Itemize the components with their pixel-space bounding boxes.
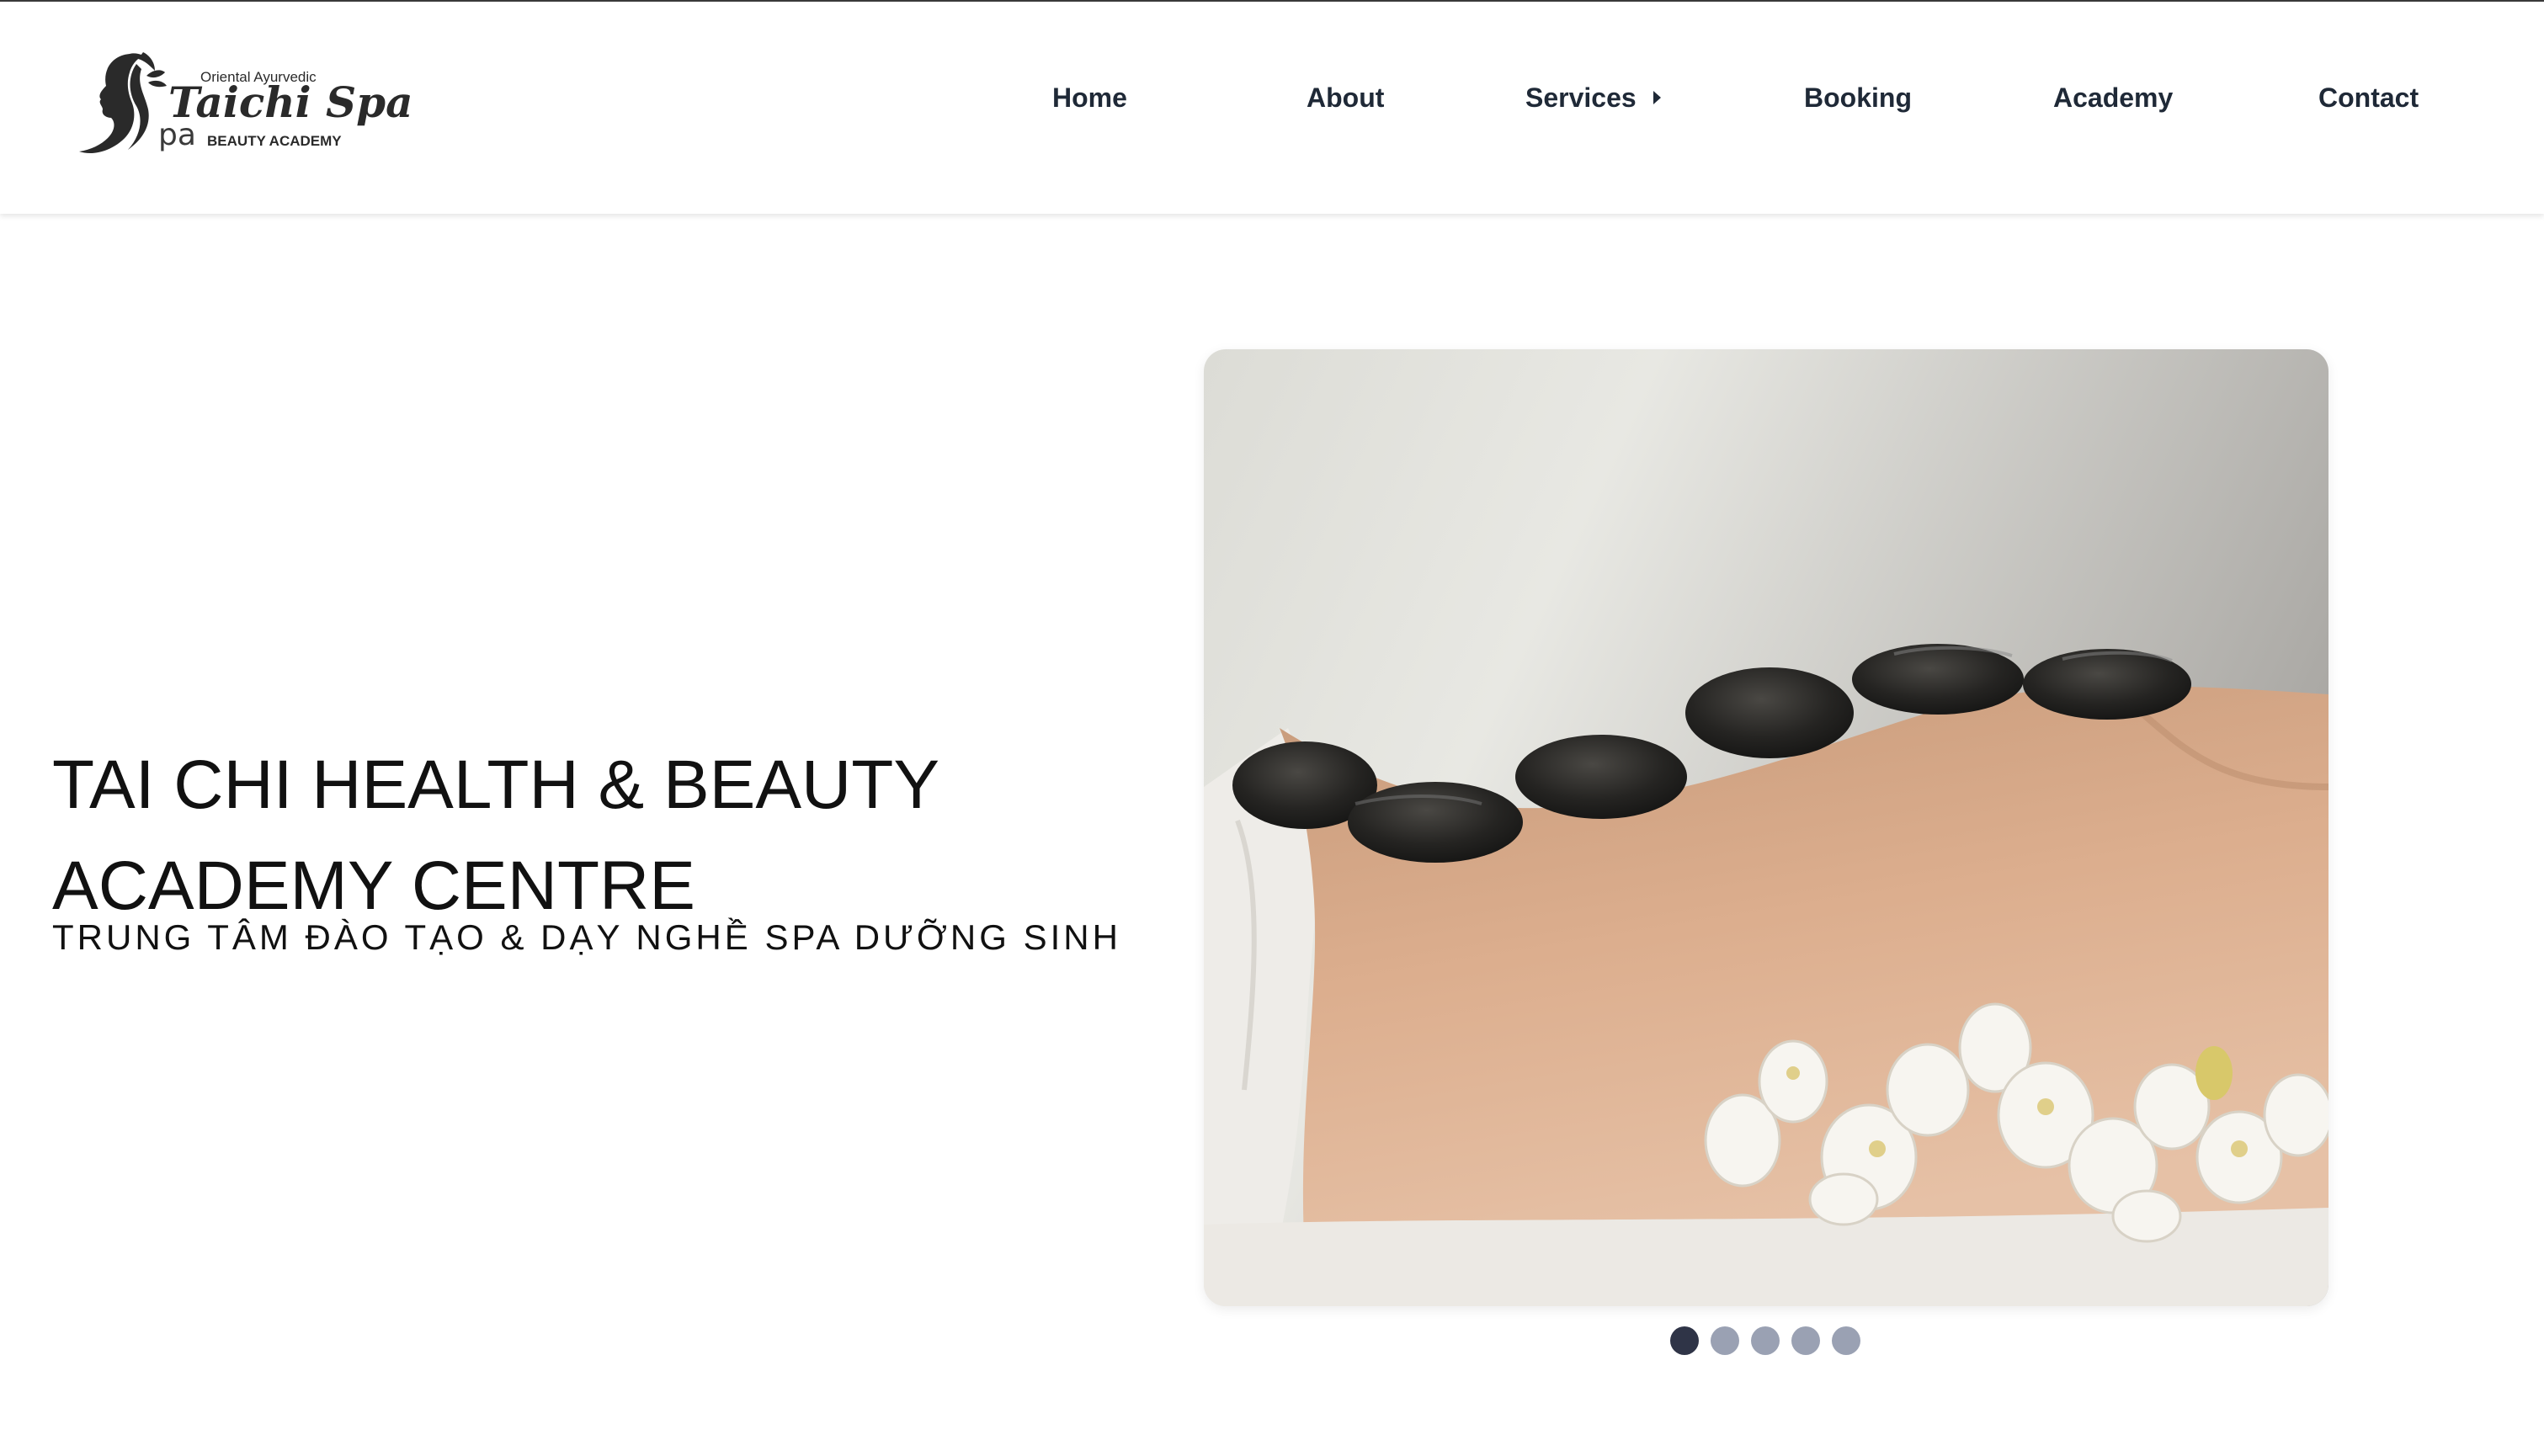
nav-home[interactable]: Home xyxy=(1052,82,1127,114)
site-header: Oriental Ayurvedic Taichi Spa pa BEAUTY … xyxy=(0,2,2544,214)
page: Oriental Ayurvedic Taichi Spa pa BEAUTY … xyxy=(0,0,2544,1456)
carousel-dot-4[interactable] xyxy=(1791,1326,1820,1355)
carousel-dots xyxy=(1670,1326,1860,1355)
hero-carousel-image[interactable] xyxy=(1204,349,2328,1306)
nav-booking[interactable]: Booking xyxy=(1804,82,1912,114)
carousel-dot-2[interactable] xyxy=(1711,1326,1739,1355)
nav-academy[interactable]: Academy xyxy=(2053,82,2173,114)
hero-title-line-2: ACADEMY CENTRE xyxy=(52,847,695,924)
nav-about[interactable]: About xyxy=(1307,82,1384,114)
hero-subtitle: TRUNG TÂM ĐÀO TẠO & DẠY NGHỀ SPA DƯỠNG S… xyxy=(52,917,1121,957)
nav-contact[interactable]: Contact xyxy=(2318,82,2419,114)
nav-services-label: Services xyxy=(1525,82,1637,113)
carousel-dot-5[interactable] xyxy=(1832,1326,1860,1355)
main-nav: Home About Services Booking Academy Cont… xyxy=(0,82,2544,120)
hero-title: TAI CHI HEALTH & BEAUTY ACADEMY CENTRE xyxy=(52,735,1113,937)
carousel-dot-3[interactable] xyxy=(1751,1326,1780,1355)
hot-stone-massage-image xyxy=(1204,349,2328,1306)
carousel-dot-1[interactable] xyxy=(1670,1326,1699,1355)
nav-services[interactable]: Services xyxy=(1525,82,1661,114)
caret-right-icon xyxy=(1653,90,1661,104)
logo-pa-mark: pa xyxy=(158,118,196,152)
hero-title-line-1: TAI CHI HEALTH & BEAUTY xyxy=(52,746,940,823)
logo-subtitle: BEAUTY ACADEMY xyxy=(207,133,342,149)
